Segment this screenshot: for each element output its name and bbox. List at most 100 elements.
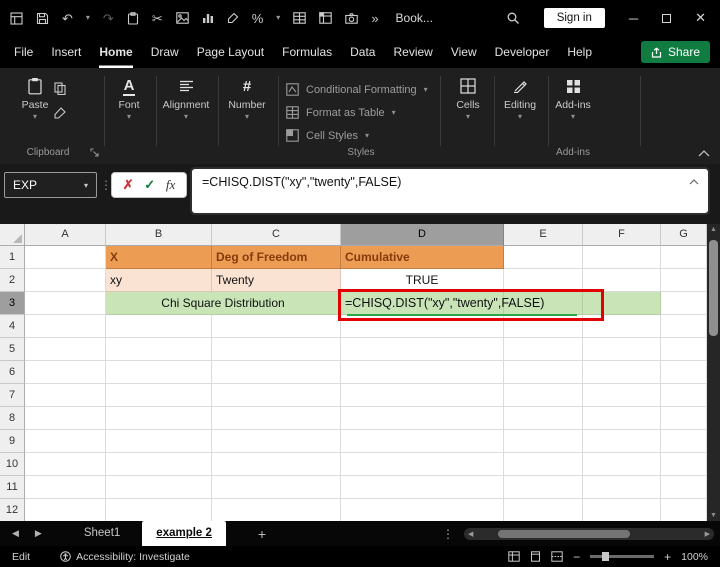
row-header-7[interactable]: 7 [0, 384, 25, 407]
sheet-nav-right-icon[interactable]: ▶ [35, 528, 42, 539]
cells-layer[interactable]: X Deg of Freedom Cumulative xy Twenty TRUE Chi… [25, 246, 707, 521]
search-icon[interactable] [506, 11, 520, 25]
tab-review[interactable]: Review [393, 36, 432, 68]
paintbrush-icon[interactable] [227, 12, 239, 24]
scroll-down-icon[interactable]: ▼ [707, 512, 720, 519]
view-page-layout-icon[interactable] [530, 551, 541, 562]
tab-page-layout[interactable]: Page Layout [197, 36, 264, 68]
horizontal-scrollbar-thumb[interactable] [498, 529, 630, 538]
formula-bar-collapse-icon[interactable] [689, 179, 699, 185]
name-box[interactable]: EXP ▾ [4, 172, 97, 198]
tab-view[interactable]: View [451, 36, 477, 68]
cell-D1[interactable]: Cumulative [341, 246, 504, 269]
row-header-12[interactable]: 12 [0, 499, 25, 522]
zoom-out-button[interactable]: − [573, 550, 580, 564]
row-header-9[interactable]: 9 [0, 430, 25, 453]
pivot-table-icon[interactable] [319, 12, 333, 24]
column-header-G[interactable]: G [661, 224, 707, 246]
tab-developer[interactable]: Developer [495, 36, 550, 68]
share-button[interactable]: Share [640, 41, 710, 63]
picture-icon[interactable] [175, 12, 189, 24]
table-icon[interactable] [293, 12, 307, 24]
view-normal-icon[interactable] [508, 551, 520, 562]
undo-chevron-icon[interactable]: ▾ [86, 14, 90, 22]
view-page-break-icon[interactable] [551, 551, 563, 562]
column-header-C[interactable]: C [212, 224, 341, 246]
add-sheet-button[interactable]: + [258, 526, 266, 542]
hscroll-left-icon[interactable]: ◀ [468, 530, 473, 538]
horizontal-scrollbar[interactable]: ◀ ▶ [464, 527, 714, 540]
column-header-F[interactable]: F [583, 224, 661, 246]
row-header-4[interactable]: 4 [0, 315, 25, 338]
vertical-scrollbar-thumb[interactable] [709, 240, 718, 336]
tab-home[interactable]: Home [99, 36, 132, 68]
cells-button[interactable]: Cells ▾ [446, 76, 490, 121]
format-as-table-button[interactable]: Format as Table ▾ [286, 101, 396, 124]
conditional-formatting-button[interactable]: Conditional Formatting ▾ [286, 78, 428, 101]
add-ins-button[interactable]: Add-ins ▾ [550, 76, 596, 121]
save-icon[interactable] [36, 12, 49, 25]
cell-B2[interactable]: xy [106, 269, 212, 292]
number-button[interactable]: # Number ▾ [222, 76, 272, 121]
tab-formulas[interactable]: Formulas [282, 36, 332, 68]
row-header-11[interactable]: 11 [0, 476, 25, 499]
chart-icon[interactable] [202, 12, 214, 24]
undo-icon[interactable]: ↶ [62, 12, 73, 25]
tab-insert[interactable]: Insert [51, 36, 81, 68]
collapse-ribbon-icon[interactable] [698, 150, 710, 157]
tab-file[interactable]: File [14, 36, 33, 68]
qat-chevron-icon[interactable]: ▾ [276, 14, 280, 22]
camera-icon[interactable] [345, 12, 359, 24]
cell-D3[interactable]: =CHISQ.DIST("xy","twenty",FALSE) [341, 292, 544, 315]
row-header-5[interactable]: 5 [0, 338, 25, 361]
copy-icon[interactable] [54, 82, 66, 95]
row-header-8[interactable]: 8 [0, 407, 25, 430]
row-header-3[interactable]: 3 [0, 292, 25, 315]
minimize-button[interactable]: ─ [629, 11, 638, 26]
percent-icon[interactable]: % [252, 12, 264, 25]
cell-C1[interactable]: Deg of Freedom [212, 246, 341, 269]
alignment-button[interactable]: Alignment ▾ [158, 76, 214, 121]
column-header-E[interactable]: E [504, 224, 583, 246]
cell-B3[interactable]: Chi Square Distribution [106, 292, 341, 315]
enter-icon[interactable]: ✓ [144, 177, 155, 193]
paste-button[interactable]: Paste ▾ [14, 76, 56, 121]
clipboard-dialog-launcher-icon[interactable] [90, 148, 99, 157]
zoom-in-button[interactable]: + [664, 550, 671, 564]
sheet-tab-example2[interactable]: example 2 [142, 521, 226, 546]
sheetbar-dots-icon[interactable]: ⋮ [442, 527, 454, 541]
insert-function-icon[interactable]: fx [166, 177, 175, 193]
row-header-6[interactable]: 6 [0, 361, 25, 384]
maximize-button[interactable] [662, 13, 672, 23]
row-header-2[interactable]: 2 [0, 269, 25, 292]
hscroll-right-icon[interactable]: ▶ [705, 530, 710, 538]
column-header-D[interactable]: D [341, 224, 504, 246]
app-menu-icon[interactable] [10, 11, 23, 25]
column-header-A[interactable]: A [25, 224, 106, 246]
cell-D2[interactable]: TRUE [341, 269, 504, 292]
cancel-icon[interactable]: ✗ [123, 177, 134, 193]
column-header-B[interactable]: B [106, 224, 212, 246]
close-button[interactable]: ✕ [695, 10, 706, 26]
accessibility-status[interactable]: Accessibility: Investigate [60, 551, 190, 563]
clipboard-icon[interactable] [127, 11, 139, 25]
sign-in-button[interactable]: Sign in [543, 8, 605, 28]
formula-bar-input[interactable]: =CHISQ.DIST("xy","twenty",FALSE) [190, 167, 710, 215]
overflow-icon[interactable]: » [371, 12, 378, 25]
tab-data[interactable]: Data [350, 36, 375, 68]
sheet-nav-left-icon[interactable]: ◀ [12, 528, 19, 539]
cell-C2[interactable]: Twenty [212, 269, 341, 292]
zoom-slider[interactable] [590, 552, 655, 561]
redo-icon[interactable]: ↷ [103, 12, 114, 25]
vertical-scrollbar[interactable]: ▲ ▼ [707, 224, 720, 521]
zoom-slider-thumb[interactable] [602, 552, 610, 561]
row-header-1[interactable]: 1 [0, 246, 25, 269]
tab-draw[interactable]: Draw [151, 36, 179, 68]
zoom-level[interactable]: 100% [681, 551, 708, 563]
tab-help[interactable]: Help [567, 36, 592, 68]
cell-B1[interactable]: X [106, 246, 212, 269]
cell-styles-button[interactable]: Cell Styles ▾ [286, 124, 369, 147]
sheet-tab-sheet1[interactable]: Sheet1 [70, 521, 134, 546]
format-painter-icon[interactable] [54, 107, 66, 119]
row-header-10[interactable]: 10 [0, 453, 25, 476]
